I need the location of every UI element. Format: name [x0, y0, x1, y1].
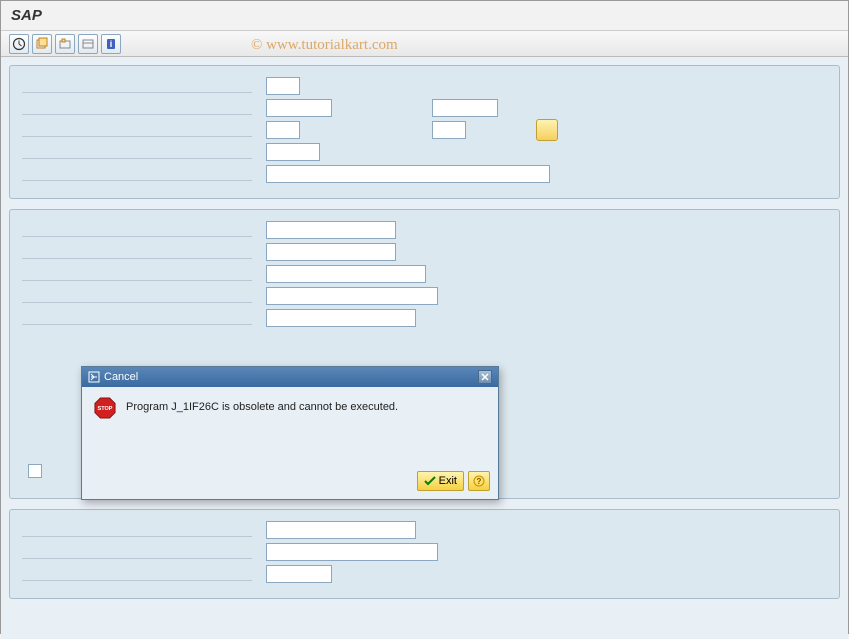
svg-text:i: i	[110, 39, 113, 49]
execute-button[interactable]	[9, 34, 29, 54]
stop-icon: STOP	[94, 397, 116, 419]
input-field[interactable]	[266, 77, 300, 95]
input-field[interactable]	[266, 309, 416, 327]
field-label	[22, 223, 252, 237]
group-box-1	[9, 65, 840, 199]
field-label	[22, 145, 252, 159]
selection-options-button[interactable]	[536, 119, 558, 141]
svg-text:STOP: STOP	[98, 406, 113, 412]
exit-button-label: Exit	[439, 475, 457, 487]
checkbox[interactable]	[28, 464, 42, 478]
cancel-dialog: Cancel STOP Program J_1IF26C is obsolete…	[81, 366, 499, 500]
field-label	[22, 545, 252, 559]
input-field[interactable]	[266, 243, 396, 261]
field-label	[22, 311, 252, 325]
input-field[interactable]	[266, 99, 332, 117]
field-label	[22, 245, 252, 259]
field-label	[22, 123, 252, 137]
input-field[interactable]	[266, 543, 438, 561]
dialog-title-text: Cancel	[104, 371, 138, 383]
field-label	[22, 267, 252, 281]
dialog-icon	[88, 371, 100, 383]
toolbar-button-4[interactable]	[78, 34, 98, 54]
dialog-titlebar: Cancel	[82, 367, 498, 387]
input-field[interactable]	[266, 121, 300, 139]
application-toolbar: i	[1, 31, 848, 57]
field-label	[22, 567, 252, 581]
input-field[interactable]	[432, 121, 466, 139]
get-variant-button[interactable]	[32, 34, 52, 54]
toolbar-button-3[interactable]	[55, 34, 75, 54]
help-button[interactable]: ?	[468, 471, 490, 491]
input-field[interactable]	[266, 143, 320, 161]
check-icon	[424, 476, 436, 486]
svg-text:?: ?	[477, 477, 482, 486]
input-field[interactable]	[432, 99, 498, 117]
window-title: SAP	[1, 1, 848, 31]
input-field[interactable]	[266, 565, 332, 583]
group-box-3	[9, 509, 840, 599]
input-field[interactable]	[266, 287, 438, 305]
field-label	[22, 523, 252, 537]
help-icon: ?	[473, 475, 485, 487]
input-field[interactable]	[266, 521, 416, 539]
exit-button[interactable]: Exit	[417, 471, 464, 491]
input-field[interactable]	[266, 265, 426, 283]
input-field[interactable]	[266, 221, 396, 239]
input-field[interactable]	[266, 165, 550, 183]
field-label	[22, 101, 252, 115]
content-area	[1, 57, 848, 639]
dialog-close-button[interactable]	[478, 370, 492, 384]
dialog-message: Program J_1IF26C is obsolete and cannot …	[126, 397, 398, 416]
info-button[interactable]: i	[101, 34, 121, 54]
field-label	[22, 289, 252, 303]
field-label	[22, 167, 252, 181]
field-label	[22, 79, 252, 93]
